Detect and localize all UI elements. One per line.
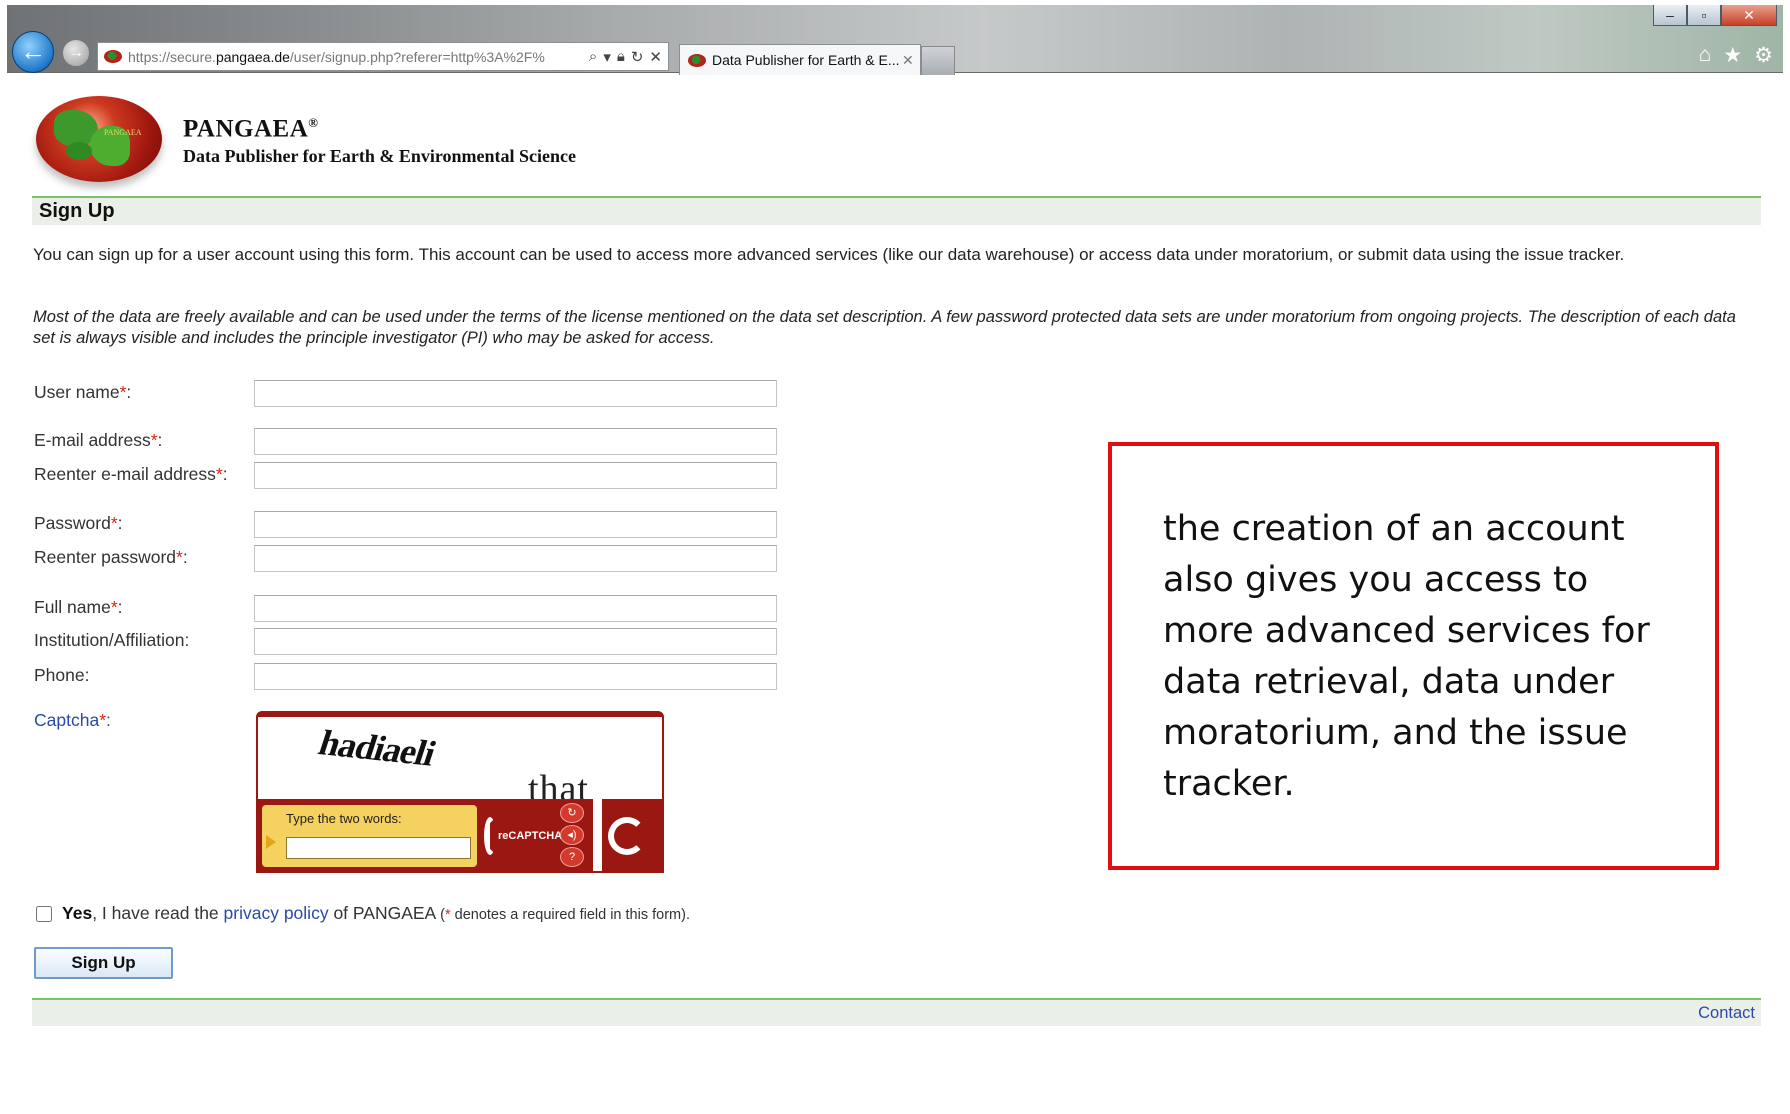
tab-favicon-icon — [688, 53, 706, 67]
brand-name: PANGAEA® — [183, 115, 319, 143]
minimize-button[interactable]: – — [1653, 5, 1687, 26]
label-full-name: Full name*: — [34, 597, 123, 617]
registered-mark: ® — [308, 115, 319, 130]
recaptcha-logo-icon: reCAPTCHA — [484, 809, 562, 863]
logo-text: PANGAEA — [104, 128, 142, 137]
tab-title: Data Publisher for Earth & E... — [712, 52, 900, 68]
pangaea-logo[interactable]: PANGAEA — [36, 96, 162, 182]
new-tab-button[interactable] — [921, 46, 955, 75]
lock-icon[interactable]: 🔒︎ — [617, 48, 625, 66]
stop-icon[interactable]: ✕ — [649, 48, 662, 66]
home-icon[interactable]: ⌂ — [1699, 43, 1712, 68]
captcha-word-1: hadiaeli — [313, 722, 441, 774]
arrow-right-icon — [266, 835, 276, 849]
window-controls: – ▫ ✕ — [1653, 5, 1777, 26]
password-input[interactable] — [254, 511, 777, 538]
browser-toolbar-icons: ⌂ ★ ⚙ — [1699, 43, 1773, 68]
tab-active[interactable]: Data Publisher for Earth & E... ✕ — [679, 44, 921, 75]
captcha-refresh-icon[interactable]: ↻ — [560, 803, 584, 823]
footer-bar: Contact — [32, 998, 1761, 1026]
forward-arrow-icon[interactable]: → — [62, 39, 90, 67]
captcha-audio-icon[interactable]: ◂) — [560, 825, 584, 845]
user-name-input[interactable] — [254, 380, 777, 407]
browser-chrome: – ▫ ✕ ← → https://secure.pangaea.de/user… — [7, 5, 1783, 75]
page-title: Sign Up — [32, 196, 1761, 225]
callout-text: the creation of an account also gives yo… — [1163, 509, 1650, 804]
search-icon[interactable]: ⌕ — [589, 48, 597, 66]
label-reenter-email: Reenter e-mail address*: — [34, 464, 228, 484]
back-arrow-icon[interactable]: ← — [12, 31, 54, 73]
captcha-widget: hadiaeli that Type the two words: reCAPT… — [256, 711, 664, 873]
star-icon[interactable]: ★ — [1723, 43, 1742, 68]
recaptcha-logo-icon-2 — [608, 809, 662, 863]
full-name-input[interactable] — [254, 595, 777, 622]
address-bar[interactable]: https://secure.pangaea.de/user/signup.ph… — [97, 42, 669, 71]
captcha-panel: Type the two words: reCAPTCHA ↻ ◂) ? — [258, 799, 662, 871]
phone-input[interactable] — [254, 663, 777, 690]
captcha-controls: ↻ ◂) ? — [560, 803, 586, 867]
intro-text: You can sign up for a user account using… — [33, 245, 1625, 264]
privacy-agree-text: Yes, I have read the privacy policy of P… — [62, 903, 690, 923]
reenter-email-input[interactable] — [254, 462, 777, 489]
annotation-callout: the creation of an account also gives yo… — [1108, 442, 1719, 870]
captcha-label-link[interactable]: Captcha*: — [34, 710, 111, 731]
label-reenter-password: Reenter password*: — [34, 547, 188, 567]
captcha-help-icon[interactable]: ? — [560, 847, 584, 867]
reenter-password-input[interactable] — [254, 545, 777, 572]
site-favicon-icon — [104, 50, 122, 63]
brand-tagline: Data Publisher for Earth & Environmental… — [183, 146, 576, 166]
privacy-policy-link[interactable]: privacy policy — [224, 903, 329, 923]
institution-input[interactable] — [254, 628, 777, 655]
note-text: Most of the data are freely available an… — [33, 308, 1736, 347]
tab-close-icon[interactable]: ✕ — [902, 52, 920, 69]
address-bar-icons: ⌕ ▾ 🔒︎ ↻ ✕ — [583, 48, 668, 66]
captcha-input[interactable] — [286, 837, 471, 859]
email-input[interactable] — [254, 428, 777, 455]
dropdown-arrow-icon[interactable]: ▾ — [603, 48, 611, 66]
label-password: Password*: — [34, 513, 123, 533]
url-text[interactable]: https://secure.pangaea.de/user/signup.ph… — [128, 49, 583, 65]
label-email: E-mail address*: — [34, 430, 163, 450]
label-institution: Institution/Affiliation: — [34, 630, 190, 650]
gear-icon[interactable]: ⚙ — [1754, 43, 1773, 68]
privacy-agree-checkbox[interactable] — [36, 906, 52, 922]
label-user-name: User name*: — [34, 382, 132, 402]
label-phone: Phone: — [34, 665, 90, 685]
captcha-prompt-label: Type the two words: — [286, 811, 402, 826]
captcha-prompt-box: Type the two words: — [262, 805, 477, 867]
refresh-icon[interactable]: ↻ — [631, 48, 644, 66]
contact-link[interactable]: Contact — [1698, 1004, 1755, 1023]
maximize-button[interactable]: ▫ — [1687, 5, 1721, 26]
close-window-button[interactable]: ✕ — [1721, 5, 1777, 26]
sign-up-button[interactable]: Sign Up — [34, 947, 173, 979]
